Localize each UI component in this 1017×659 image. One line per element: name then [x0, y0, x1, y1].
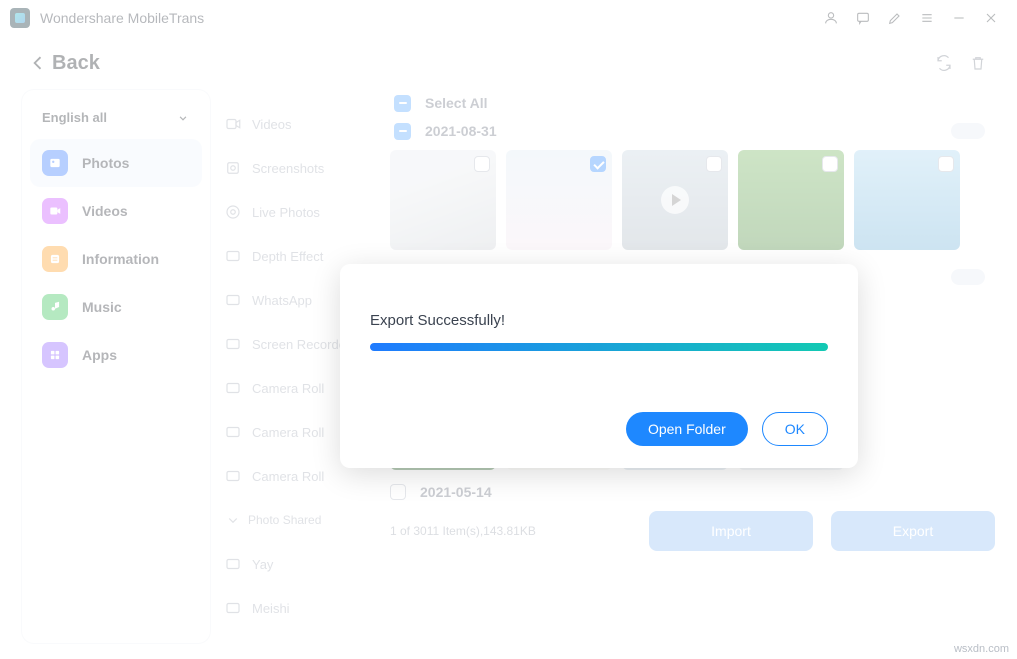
- play-icon: [661, 186, 689, 214]
- thumbnail[interactable]: [854, 150, 960, 250]
- export-button[interactable]: Export: [831, 511, 995, 551]
- menu-icon[interactable]: [911, 2, 943, 34]
- ok-button[interactable]: OK: [762, 412, 828, 446]
- date-checkbox[interactable]: [394, 123, 411, 140]
- status-text: 1 of 3011 Item(s),143.81KB: [390, 524, 536, 538]
- app-logo: [10, 8, 30, 28]
- thumb-checkbox[interactable]: [822, 156, 838, 172]
- import-button[interactable]: Import: [649, 511, 813, 551]
- back-label: Back: [52, 52, 100, 75]
- category-label: Music: [82, 299, 122, 315]
- apps-icon: [42, 342, 68, 368]
- dialog-message: Export Successfully!: [370, 312, 828, 329]
- content-footer: 1 of 3011 Item(s),143.81KB Import Export: [390, 510, 995, 552]
- chevron-down-icon: [176, 111, 190, 125]
- category-apps[interactable]: Apps: [30, 331, 202, 379]
- date-checkbox[interactable]: [390, 484, 406, 500]
- delete-icon[interactable]: [961, 46, 995, 80]
- thumb-checkbox[interactable]: [590, 156, 606, 172]
- album-shared-header[interactable]: Photo Shared: [216, 498, 386, 542]
- close-icon[interactable]: [975, 2, 1007, 34]
- titlebar: Wondershare MobileTrans: [0, 0, 1017, 36]
- app-title: Wondershare MobileTrans: [40, 10, 204, 26]
- category-label: Photos: [82, 155, 129, 171]
- thumbnail[interactable]: [390, 150, 496, 250]
- category-label: Information: [82, 251, 159, 267]
- thumbnail-grid: [390, 150, 995, 250]
- information-icon: [42, 246, 68, 272]
- album-yay[interactable]: Yay: [216, 542, 386, 586]
- watermark: wsxdn.com: [954, 643, 1009, 655]
- thumbnail[interactable]: [738, 150, 844, 250]
- select-all-checkbox[interactable]: [394, 95, 411, 112]
- back-bar: Back: [0, 36, 1017, 90]
- category-sidebar: English all Photos Videos Information Mu…: [22, 90, 210, 643]
- select-all-label: Select All: [425, 95, 488, 111]
- language-dropdown[interactable]: English all: [30, 104, 202, 139]
- category-music[interactable]: Music: [30, 283, 202, 331]
- category-label: Apps: [82, 347, 117, 363]
- minimize-icon[interactable]: [943, 2, 975, 34]
- account-icon[interactable]: [815, 2, 847, 34]
- feedback-icon[interactable]: [847, 2, 879, 34]
- edit-icon[interactable]: [879, 2, 911, 34]
- date-label: 2021-05-14: [420, 484, 492, 500]
- date-label: 2021-08-31: [425, 123, 497, 139]
- date-group-header: 2021-08-31: [390, 118, 995, 144]
- photos-icon: [42, 150, 68, 176]
- videos-icon: [42, 198, 68, 224]
- open-folder-button[interactable]: Open Folder: [626, 412, 748, 446]
- back-button[interactable]: Back: [28, 52, 100, 75]
- progress-bar: [370, 343, 828, 351]
- album-live-photos[interactable]: Live Photos: [216, 190, 386, 234]
- count-badge: [951, 123, 985, 139]
- export-success-dialog: Export Successfully! Open Folder OK: [340, 264, 858, 468]
- select-all-row: Select All: [390, 90, 995, 116]
- album-videos[interactable]: Videos: [216, 102, 386, 146]
- caret-down-icon: [224, 511, 242, 529]
- count-badge: [951, 269, 985, 285]
- category-videos[interactable]: Videos: [30, 187, 202, 235]
- thumbnail[interactable]: [622, 150, 728, 250]
- music-icon: [42, 294, 68, 320]
- thumb-checkbox[interactable]: [938, 156, 954, 172]
- thumb-checkbox[interactable]: [706, 156, 722, 172]
- language-label: English all: [42, 110, 107, 125]
- category-photos[interactable]: Photos: [30, 139, 202, 187]
- date-group-header-3: 2021-05-14: [390, 484, 995, 500]
- thumbnail[interactable]: [506, 150, 612, 250]
- refresh-icon[interactable]: [927, 46, 961, 80]
- album-screenshots[interactable]: Screenshots: [216, 146, 386, 190]
- album-meishi[interactable]: Meishi: [216, 586, 386, 630]
- category-label: Videos: [82, 203, 128, 219]
- category-information[interactable]: Information: [30, 235, 202, 283]
- thumb-checkbox[interactable]: [474, 156, 490, 172]
